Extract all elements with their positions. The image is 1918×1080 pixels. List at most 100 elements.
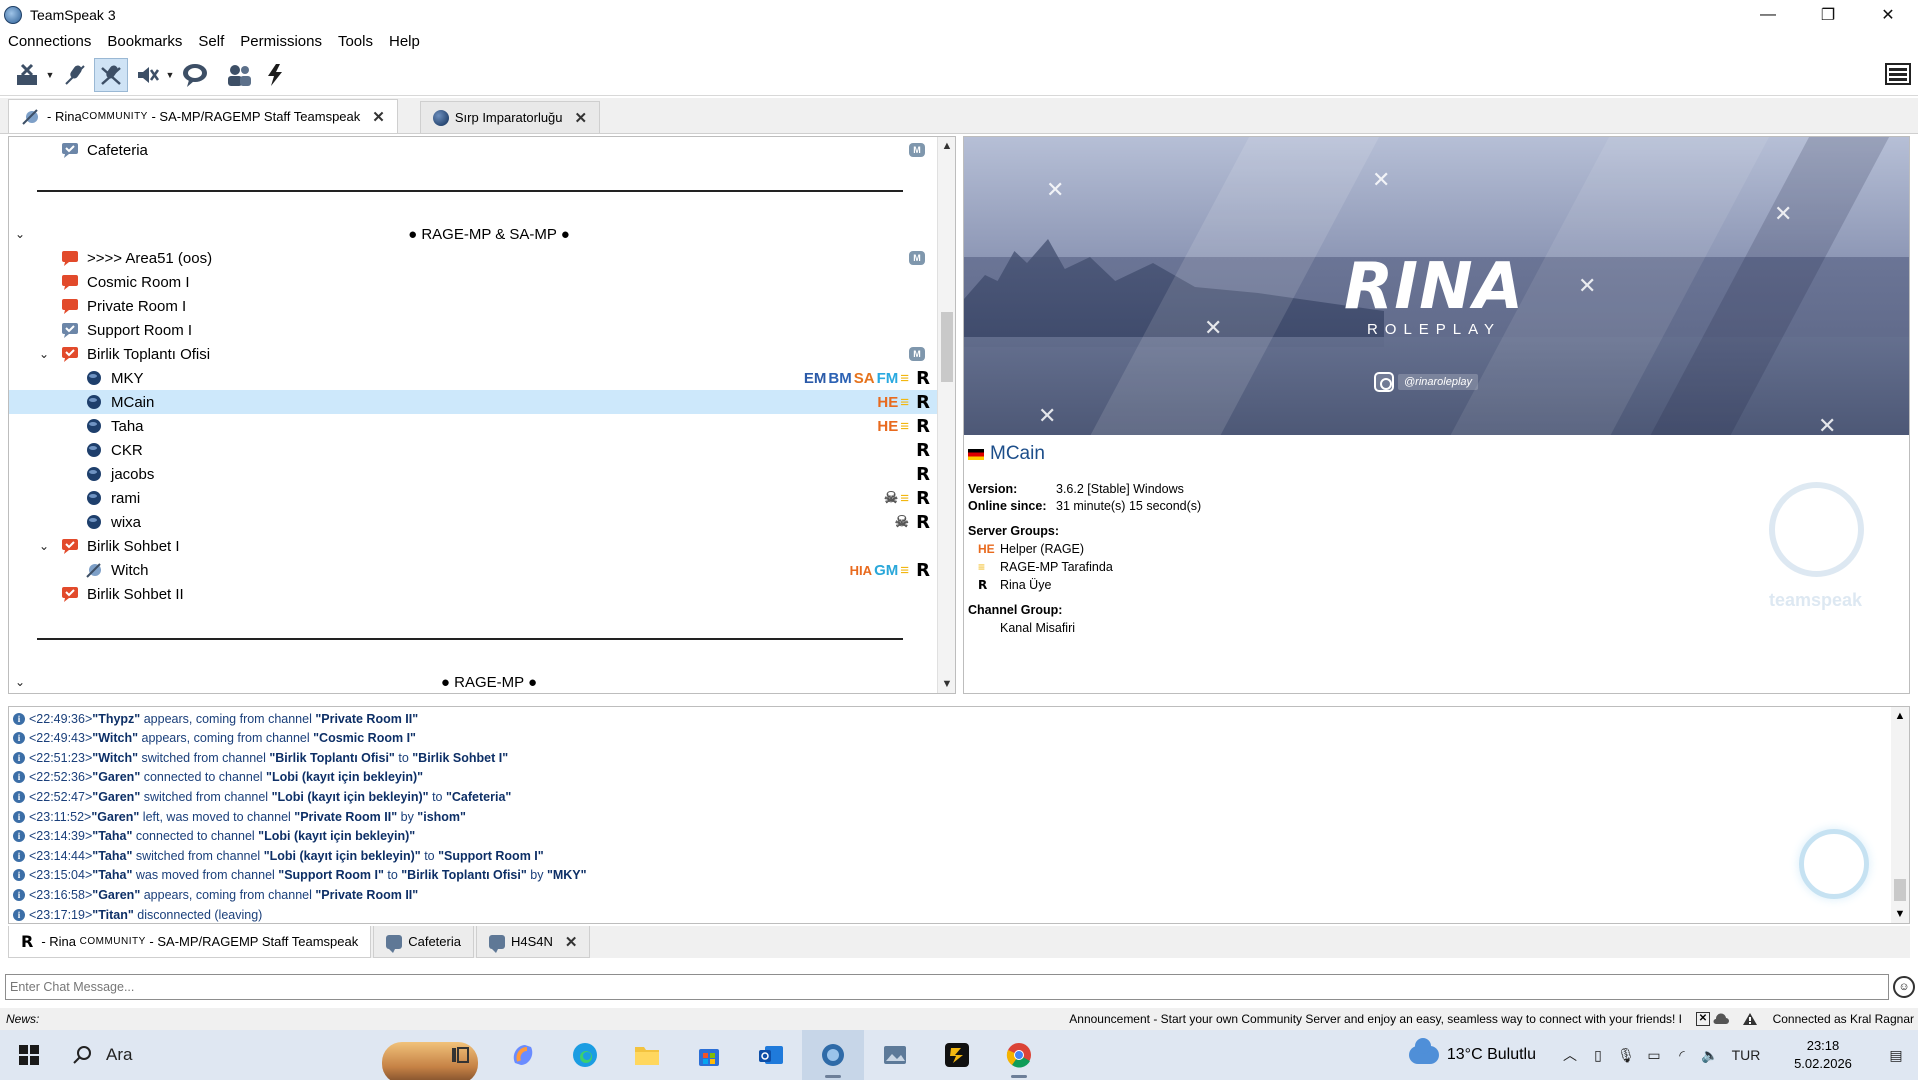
log-entity[interactable]: "Witch" — [92, 751, 138, 765]
log-entity[interactable]: "MKY" — [547, 868, 587, 882]
scroll-down-icon[interactable]: ▼ — [1891, 905, 1909, 923]
client-row-selected[interactable]: MCain HE ≡ R — [9, 390, 939, 414]
contacts-button[interactable] — [222, 58, 256, 92]
cloud-icon[interactable] — [1712, 1012, 1730, 1026]
log-entity[interactable]: "ishom" — [417, 810, 466, 824]
log-entity[interactable]: "Witch" — [92, 731, 138, 745]
menu-bookmarks[interactable]: Bookmarks — [99, 30, 190, 54]
log-entity[interactable]: "Support Room I" — [438, 849, 544, 863]
chat-tab-h4s4n[interactable]: H4S4N ✕ — [475, 926, 591, 958]
start-button[interactable] — [0, 1030, 58, 1080]
task-view-button[interactable] — [430, 1030, 492, 1080]
notifications-icon[interactable]: ▤ — [1882, 1047, 1910, 1064]
copilot-button[interactable] — [492, 1030, 554, 1080]
chevron-down-icon[interactable]: ⌄ — [37, 347, 51, 361]
channel-row[interactable]: >>>> Area51 (oos) M — [9, 246, 939, 270]
chat-button[interactable] — [178, 58, 212, 92]
scrollbar-thumb[interactable] — [1894, 879, 1906, 901]
chat-message-input[interactable] — [5, 974, 1889, 1000]
section-row-rage-samp[interactable]: ⌄ ● RAGE-MP & SA-MP ● — [9, 222, 939, 246]
teamspeak-taskbar-button[interactable] — [802, 1030, 864, 1080]
log-entity[interactable]: "Titan" — [92, 908, 134, 922]
log-entity[interactable]: "Taha" — [92, 868, 132, 882]
client-row[interactable]: Witch HIA GM ≡ R — [9, 558, 939, 582]
weather-widget[interactable]: 13°C Bulutlu — [1408, 1038, 1536, 1064]
chevron-up-icon[interactable]: ︿ — [1556, 1045, 1584, 1065]
close-tab-icon[interactable]: ✕ — [565, 933, 578, 951]
log-entity[interactable]: "Birlik Sohbet I" — [412, 751, 508, 765]
emoji-icon[interactable]: ☺ — [1893, 976, 1915, 998]
log-entity[interactable]: "Cosmic Room I" — [313, 731, 416, 745]
client-row[interactable]: Taha HE ≡ R — [9, 414, 939, 438]
client-row[interactable]: CKR R — [9, 438, 939, 462]
log-entity[interactable]: "Garen" — [92, 770, 140, 784]
store-button[interactable] — [678, 1030, 740, 1080]
section-row-rage[interactable]: ⌄ ● RAGE-MP ● — [9, 670, 939, 693]
whisper-button[interactable] — [258, 58, 292, 92]
log-entity[interactable]: "Support Room I" — [278, 868, 384, 882]
chat-tab-cafeteria[interactable]: Cafeteria — [373, 926, 474, 958]
log-entity[interactable]: "Garen" — [91, 810, 139, 824]
wifi-icon[interactable]: ◜ — [1668, 1047, 1696, 1064]
log-entity[interactable]: "Garen" — [92, 888, 140, 902]
sidebar-toggle-button[interactable] — [1884, 60, 1912, 88]
menu-connections[interactable]: Connections — [0, 30, 99, 54]
client-row[interactable]: MKY EM BM SA FM ≡ R — [9, 366, 939, 390]
microphone-icon[interactable]: 🎙 — [1612, 1047, 1640, 1064]
news-ticker[interactable]: Announcement - Start your own Community … — [1069, 1012, 1682, 1026]
log-entity[interactable]: "Cafeteria" — [446, 790, 511, 804]
mute-speakers-button[interactable] — [94, 57, 128, 92]
away-button[interactable] — [130, 58, 164, 92]
log-entity[interactable]: "Taha" — [92, 829, 132, 843]
scroll-down-icon[interactable]: ▼ — [938, 675, 955, 693]
scroll-up-icon[interactable]: ▲ — [938, 137, 955, 155]
log-entity[interactable]: "Thypz" — [92, 712, 140, 726]
maximize-button[interactable]: ❐ — [1798, 0, 1858, 30]
channel-row[interactable]: Support Room I — [9, 318, 939, 342]
menu-permissions[interactable]: Permissions — [232, 30, 330, 54]
log-entity[interactable]: "Private Room II" — [315, 888, 418, 902]
edge-button[interactable] — [554, 1030, 616, 1080]
taskbar-clock[interactable]: 23:18 5.02.2026 — [1780, 1037, 1866, 1073]
device-icon[interactable]: ▯ — [1584, 1047, 1612, 1064]
log-entity[interactable]: "Garen" — [92, 790, 140, 804]
log-entity[interactable]: "Lobi (kayıt için bekleyin)" — [264, 849, 421, 863]
language-indicator[interactable]: TUR — [1724, 1047, 1768, 1063]
channel-tree-scrollbar[interactable]: ▲ ▼ — [937, 137, 955, 693]
menu-self[interactable]: Self — [190, 30, 232, 54]
server-tab-sirp[interactable]: Sırp Imparatorluğu ✕ — [419, 101, 601, 133]
log-scrollbar[interactable]: ▲ ▼ — [1891, 707, 1909, 923]
channel-row[interactable]: Cosmic Room I — [9, 270, 939, 294]
channel-row-birlik-sohbet-1[interactable]: ⌄ Birlik Sohbet I — [9, 534, 939, 558]
server-banner[interactable]: ✕ ✕ ✕ ✕ ✕ ✕ ✕ RINA ROLEPLAY @rinarolepla… — [964, 137, 1909, 435]
close-tab-icon[interactable]: ✕ — [575, 109, 588, 127]
log-entity[interactable]: "Taha" — [92, 849, 132, 863]
client-row[interactable]: rami ☠ ≡ R — [9, 486, 939, 510]
chrome-button[interactable] — [988, 1030, 1050, 1080]
rage-launcher-button[interactable] — [926, 1030, 988, 1080]
scrollbar-thumb[interactable] — [941, 312, 953, 382]
battery-icon[interactable]: ▭ — [1640, 1047, 1668, 1064]
menu-tools[interactable]: Tools — [330, 30, 381, 54]
log-entity[interactable]: "Birlik Toplantı Ofisi" — [401, 868, 527, 882]
volume-icon[interactable]: 🔈 — [1696, 1047, 1724, 1064]
close-tab-icon[interactable]: ✕ — [372, 108, 385, 126]
channel-row-birlik-toplanti[interactable]: ⌄ Birlik Toplantı Ofisi M — [9, 342, 939, 366]
disconnect-button[interactable] — [10, 58, 44, 92]
chat-tab-server[interactable]: R - Rina COMMUNITY - SA-MP/RAGEMP Staff … — [8, 926, 372, 958]
warning-icon[interactable] — [1742, 1012, 1758, 1026]
channel-row[interactable]: Birlik Sohbet II — [9, 582, 939, 606]
menu-help[interactable]: Help — [381, 30, 428, 54]
outlook-button[interactable] — [740, 1030, 802, 1080]
scroll-up-icon[interactable]: ▲ — [1891, 707, 1909, 725]
client-row[interactable]: jacobs R — [9, 462, 939, 486]
photos-button[interactable] — [864, 1030, 926, 1080]
mute-microphone-button[interactable] — [58, 58, 92, 92]
chevron-down-icon[interactable]: ⌄ — [37, 539, 51, 553]
log-entity[interactable]: "Private Room II" — [294, 810, 397, 824]
away-dropdown-icon[interactable]: ▼ — [164, 70, 176, 80]
disconnect-dropdown-icon[interactable]: ▼ — [44, 70, 56, 80]
minimize-button[interactable]: — — [1738, 0, 1798, 30]
close-window-button[interactable]: ✕ — [1858, 0, 1918, 30]
server-tab-rina[interactable]: - Rina COMMUNITY - SA-MP/RAGEMP Staff Te… — [8, 99, 398, 133]
